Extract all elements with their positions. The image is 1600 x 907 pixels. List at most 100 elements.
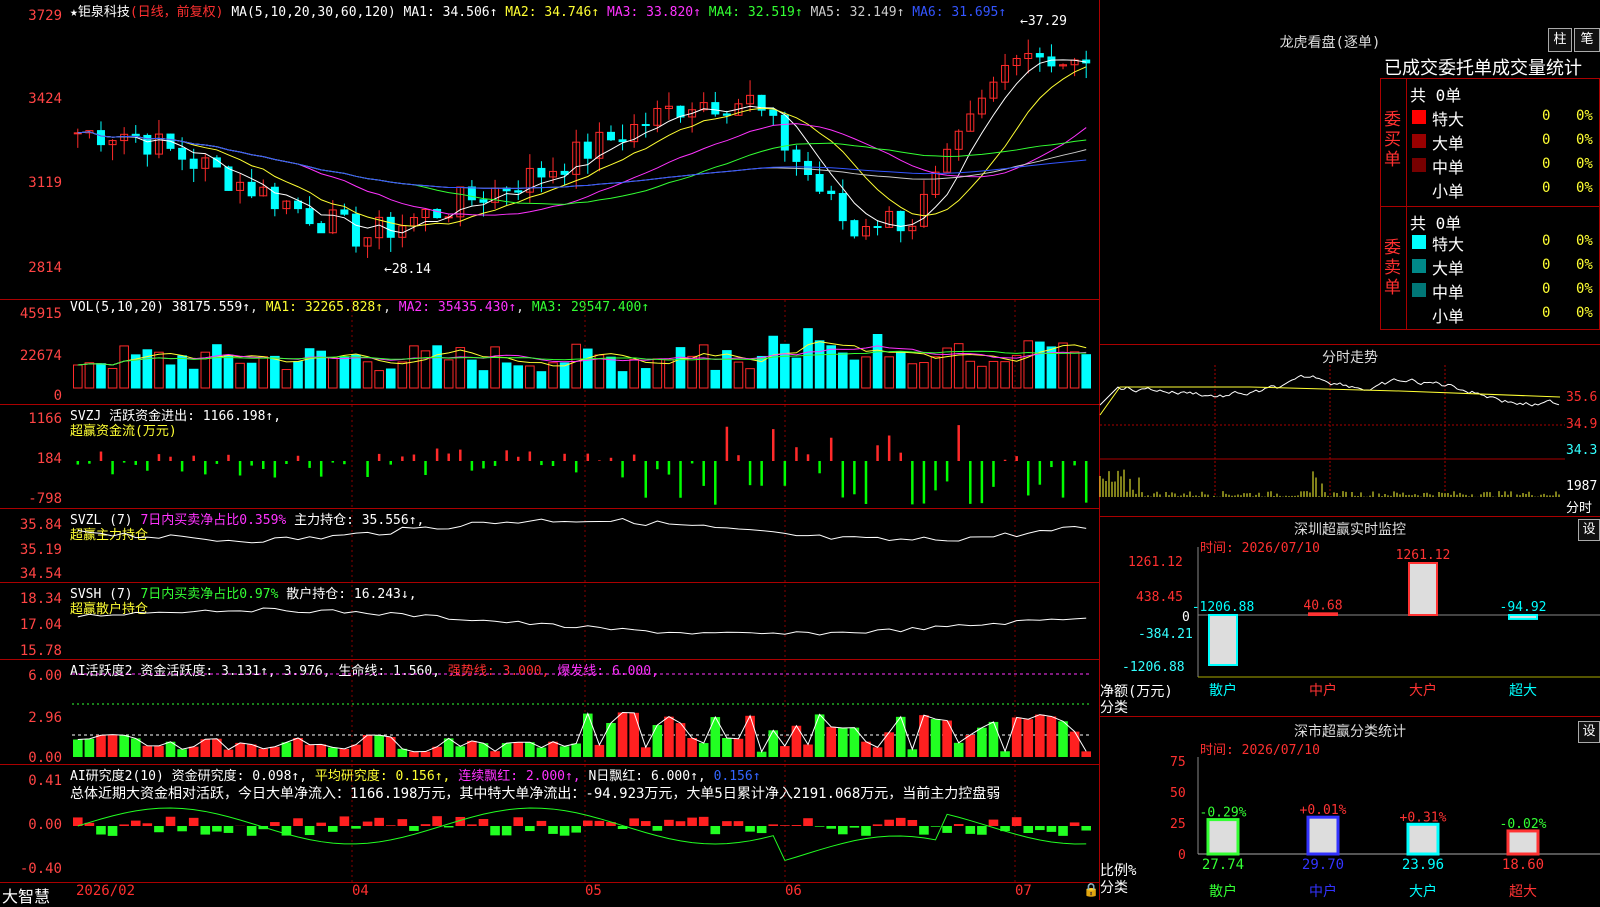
volume-bar [74, 365, 83, 388]
sell-row-value: 0 [1542, 305, 1550, 321]
candle-body [816, 175, 823, 192]
ai-active-bar [282, 742, 292, 757]
ai-active-bar [560, 746, 570, 757]
sell-row-name: 特大 [1432, 231, 1464, 255]
ai-research-bar [351, 826, 361, 829]
volume-bar [502, 363, 511, 388]
ai-active-bar [525, 742, 535, 757]
minute-panel[interactable]: 分时走势 35.6 34.9 34.3 1987 分时 [1100, 345, 1600, 517]
ai-research-bar [96, 826, 106, 835]
ai-research-bar [432, 816, 442, 826]
ai-active-bar [177, 749, 187, 757]
dragon-tabs[interactable]: 已成交委托单成交量统计 [1384, 54, 1582, 80]
ai-active-bar [699, 743, 709, 757]
sz-monitor-panel[interactable]: 深圳超赢实时监控 设 时间: 2026/07/10 1261.12 438.45… [1100, 517, 1600, 717]
sell-row-value: 0 [1542, 233, 1550, 249]
sz-stat-panel[interactable]: 深市超赢分类统计 设 时间: 2026/07/10 75 50 25 0 比例%… [1100, 717, 1600, 900]
ai-active-bar [734, 739, 744, 757]
volume-bar [572, 344, 581, 388]
ai-active-bar [966, 735, 976, 757]
tick-view-button[interactable]: 笔 [1574, 28, 1600, 52]
ai-research-bar [838, 826, 848, 834]
main-chart-area[interactable]: ★钜泉科技(日线，前复权) MA(5,10,20,30,60,120) MA1:… [0, 0, 1100, 900]
ai-active-bar [96, 735, 106, 757]
ai-active-bar [119, 735, 129, 757]
ai-research-bar [421, 824, 431, 826]
ai-research-bar [954, 824, 964, 826]
volume-bar [329, 358, 338, 388]
volume-bar [108, 368, 117, 388]
stat-category: 散户 [1209, 883, 1237, 900]
volume-bar [1070, 352, 1079, 388]
volume-bar [827, 346, 836, 388]
volume-bar [584, 349, 593, 388]
ai-active-bar [954, 743, 964, 757]
ai-research-bar [966, 826, 976, 834]
ai-active-bar [838, 728, 848, 757]
monitor-bar-散户 [1209, 615, 1237, 665]
dragon-panel[interactable]: 龙虎看盘(逐单) 柱 笔 已成交委托单成交量统计 委买单 委卖单 共 0单 共 … [1100, 0, 1600, 345]
stat-value-label: 29.70 [1302, 857, 1344, 873]
volume-bar [444, 360, 453, 388]
ai-active-bar [803, 745, 813, 757]
bar-view-button[interactable]: 柱 [1548, 28, 1572, 52]
volume-bar [537, 372, 546, 388]
ai-research-bar [1012, 817, 1022, 826]
sell-row-value: 0 [1542, 257, 1550, 273]
volume-bar [769, 336, 778, 388]
volume-bar [456, 348, 465, 388]
volume-bar [433, 346, 442, 388]
ai-active-bar [595, 745, 605, 757]
ai-active-bar [456, 746, 466, 757]
candle-body [712, 103, 719, 114]
ai-active-bar [189, 747, 199, 757]
volume-bar [213, 345, 222, 388]
ai-research-bar [386, 825, 396, 826]
ai-research-bar [641, 821, 651, 826]
ai-active-bar [409, 752, 419, 757]
ai-research-bar [1058, 826, 1068, 836]
candle-body [607, 132, 614, 139]
ai-research-bar [803, 818, 813, 826]
candle-body [352, 214, 359, 246]
buy-total: 共 0单 [1410, 82, 1461, 106]
ai-research-bar [583, 821, 593, 826]
candle-body [271, 187, 278, 208]
sell-row-pct: 0% [1576, 233, 1593, 249]
ai-research-bar [699, 817, 709, 826]
stat-category: 中户 [1309, 883, 1337, 900]
volume-bar [294, 362, 303, 388]
ai-research-bar [398, 819, 408, 826]
volume-bar [97, 364, 106, 388]
ai-research-bar [1023, 826, 1033, 833]
ai-active-bar [258, 749, 268, 757]
volume-bar [989, 361, 998, 388]
stat-change-label: -0.29% [1200, 806, 1247, 821]
ai-research-bar [293, 818, 303, 826]
volume-bar [711, 370, 720, 388]
volume-bar [560, 363, 569, 388]
candle-body [538, 168, 545, 177]
candle-body [897, 211, 904, 230]
sz-monitor-chart: -1206.88散户40.68中户1261.12大户-94.92超大 [1100, 517, 1600, 717]
volume-bar [386, 369, 395, 388]
sell-row-swatch [1412, 235, 1426, 249]
volume-bar [468, 360, 477, 388]
ai-research-bar [1035, 826, 1045, 830]
monitor-bar-label: 1261.12 [1396, 548, 1451, 563]
ai-research-bar [560, 826, 570, 836]
volume-bar [966, 361, 975, 388]
ai-research-bar [629, 818, 639, 826]
buy-row-pct: 0% [1576, 108, 1593, 124]
volume-bar [271, 356, 280, 388]
volume-bar [421, 351, 430, 388]
sell-row-pct: 0% [1576, 305, 1593, 321]
candle-body [723, 114, 730, 115]
volume-bar [189, 369, 198, 388]
right-panel[interactable]: 龙虎看盘(逐单) 柱 笔 已成交委托单成交量统计 委买单 委卖单 共 0单 共 … [1100, 0, 1600, 900]
ai-active-bar [108, 735, 118, 757]
ai-research-bar [734, 821, 744, 826]
sell-row-name: 中单 [1432, 279, 1464, 303]
ai-active-bar [873, 747, 883, 757]
volume-bar [236, 363, 245, 388]
